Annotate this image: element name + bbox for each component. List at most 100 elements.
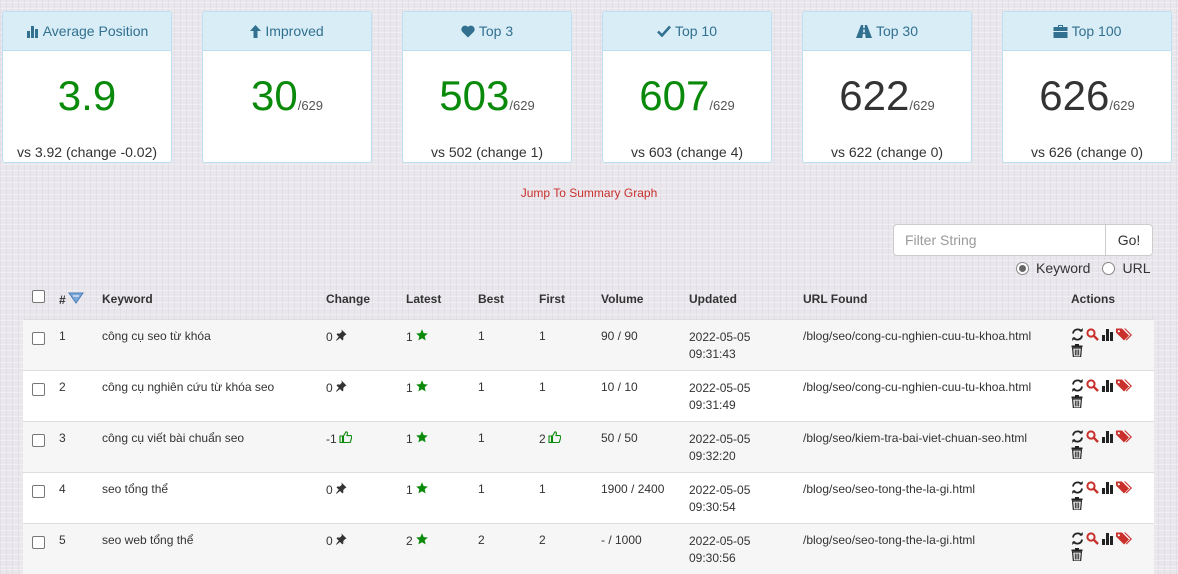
card-header: Top 3 [403, 12, 571, 51]
search-icon[interactable] [1086, 378, 1099, 392]
row-checkbox[interactable] [32, 536, 45, 549]
search-icon[interactable] [1086, 531, 1099, 545]
best-cell: 1 [478, 329, 485, 343]
keyword-cell: seo tổng thể [102, 482, 169, 496]
latest-value: 1 [406, 482, 413, 497]
keyword-cell: công cụ nghiên cứu từ khóa seo [102, 380, 275, 394]
header-first[interactable]: First [539, 292, 565, 306]
volume-cell: 1900 / 2400 [601, 482, 665, 496]
card-value: 30 [250, 72, 298, 119]
row-checkbox[interactable] [32, 485, 45, 498]
row-number: 2 [59, 380, 66, 394]
tags-icon[interactable] [1116, 379, 1132, 392]
select-all-checkbox[interactable] [32, 290, 45, 303]
header-keyword[interactable]: Keyword [102, 292, 153, 306]
trash-icon[interactable] [1071, 445, 1083, 459]
search-icon[interactable] [1086, 480, 1099, 494]
header-latest[interactable]: Latest [406, 292, 441, 306]
latest-value: 1 [406, 329, 413, 344]
url-radio[interactable] [1102, 261, 1116, 275]
tags-icon[interactable] [1116, 430, 1132, 443]
header-updated[interactable]: Updated [689, 292, 737, 306]
refresh-icon[interactable] [1071, 429, 1084, 443]
table-header: # Keyword Change Latest Best First Volum… [23, 284, 1154, 319]
tags-icon[interactable] [1116, 532, 1132, 545]
best-cell: 1 [478, 380, 485, 394]
actions-cell [1071, 530, 1132, 562]
thumbs-up-icon [548, 431, 561, 446]
keyword-cell: công cụ viết bài chuẩn seo [102, 431, 245, 445]
bar-chart-icon[interactable] [1101, 481, 1114, 494]
refresh-icon[interactable] [1071, 378, 1084, 392]
card-header: Average Position [3, 12, 171, 51]
card-total: /629 [509, 98, 535, 113]
change-value: 0 [326, 482, 333, 497]
card-title: Average Position [42, 23, 149, 39]
tags-icon[interactable] [1116, 328, 1132, 341]
filter-input[interactable] [893, 224, 1105, 256]
sort-desc-icon[interactable] [67, 292, 84, 307]
card-title: Top 10 [674, 23, 718, 39]
row-number: 4 [59, 482, 66, 496]
jump-to-summary-graph-link[interactable]: Jump To Summary Graph [0, 186, 1178, 200]
volume-cell: 50 / 50 [601, 431, 638, 445]
card-header: Improved [203, 12, 371, 51]
row-number: 5 [59, 533, 66, 547]
trash-icon[interactable] [1071, 343, 1083, 357]
briefcase-icon [1053, 24, 1068, 38]
filter-mode-radios: Keyword URL [1016, 260, 1150, 276]
url-found-cell: /blog/seo/seo-tong-the-la-gi.html [803, 482, 976, 496]
card-value: 626 [1039, 72, 1110, 119]
summary-cards: Average Position 3.9 vs 3.92 (change -0.02… [2, 11, 1178, 163]
refresh-icon[interactable] [1071, 480, 1084, 494]
refresh-icon[interactable] [1071, 327, 1084, 341]
trash-icon[interactable] [1071, 394, 1083, 408]
first-value: 2 [539, 431, 546, 446]
pin-icon [335, 533, 347, 548]
summary-card-average-position: Average Position 3.9 vs 3.92 (change -0.02… [2, 11, 172, 163]
header-url-found[interactable]: URL Found [803, 292, 867, 306]
change-cell: -1 [326, 431, 352, 446]
star-icon [415, 380, 428, 395]
search-icon[interactable] [1086, 327, 1099, 341]
trash-icon[interactable] [1071, 496, 1083, 510]
row-checkbox[interactable] [32, 383, 45, 396]
header-change[interactable]: Change [326, 292, 370, 306]
go-button[interactable]: Go! [1105, 224, 1153, 256]
card-title: Top 100 [1071, 23, 1122, 39]
url-found-cell: /blog/seo/seo-tong-the-la-gi.html [803, 533, 976, 547]
card-title: Improved [265, 23, 324, 39]
first-value: 2 [539, 533, 546, 547]
header-num[interactable]: # [59, 292, 84, 307]
keyword-radio[interactable] [1016, 261, 1029, 275]
star-icon [415, 329, 428, 344]
volume-cell: 10 / 10 [601, 380, 638, 394]
search-icon[interactable] [1086, 429, 1099, 443]
keyword-cell: seo web tổng thể [102, 533, 194, 547]
latest-cell: 1 [406, 380, 428, 395]
volume-cell: - / 1000 [601, 533, 642, 547]
tags-icon[interactable] [1116, 481, 1132, 494]
bar-chart-icon[interactable] [1101, 532, 1114, 545]
star-icon [415, 533, 428, 548]
star-icon [415, 482, 428, 497]
header-volume[interactable]: Volume [601, 292, 643, 306]
card-header: Top 10 [603, 12, 771, 51]
first-cell: 1 [539, 329, 546, 343]
bar-chart-icon[interactable] [1101, 379, 1114, 392]
header-best[interactable]: Best [478, 292, 504, 306]
latest-cell: 1 [406, 329, 428, 344]
updated-cell: 2022-05-05 09:32:20 [689, 432, 751, 463]
refresh-icon[interactable] [1071, 531, 1084, 545]
row-checkbox[interactable] [32, 434, 45, 447]
card-total: /629 [709, 98, 735, 113]
row-checkbox[interactable] [32, 332, 45, 345]
bar-chart-icon[interactable] [1101, 430, 1114, 443]
updated-cell: 2022-05-05 09:31:43 [689, 330, 751, 361]
card-title: Top 3 [478, 23, 514, 39]
bar-chart-icon[interactable] [1101, 328, 1114, 341]
updated-cell: 2022-05-05 09:31:49 [689, 381, 751, 412]
latest-cell: 1 [406, 482, 428, 497]
url-radio-label: URL [1122, 260, 1151, 276]
trash-icon[interactable] [1071, 547, 1083, 561]
